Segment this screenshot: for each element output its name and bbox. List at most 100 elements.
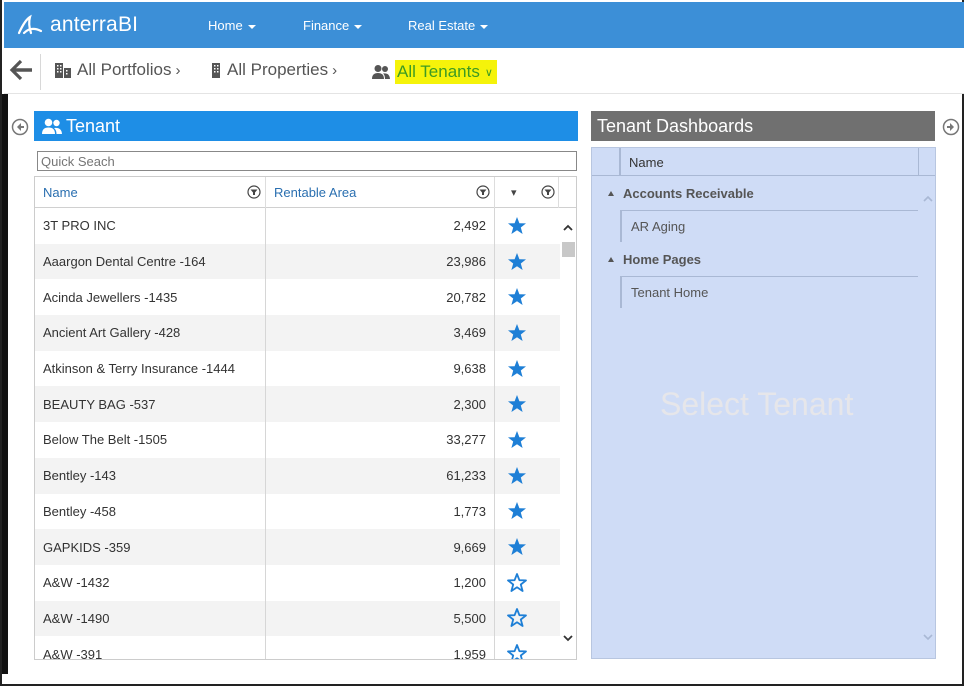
quick-search-input[interactable]	[37, 151, 577, 171]
table-row[interactable]: A&W -391 1,959	[35, 636, 560, 659]
tenant-name: A&W -1490	[35, 600, 266, 637]
table-row[interactable]: Atkinson & Terry Insurance -1444 9,638	[35, 350, 560, 387]
group-accounts-receivable[interactable]: Accounts Receivable	[592, 177, 918, 209]
users-icon	[42, 118, 62, 134]
table-row[interactable]: Below The Belt -1505 33,277	[35, 422, 560, 458]
nav-real-estate-label: Real Estate	[408, 18, 476, 33]
star-outline-icon	[507, 608, 527, 628]
favorite-toggle[interactable]	[495, 279, 559, 315]
column-header-name[interactable]: Name	[35, 177, 266, 208]
favorite-toggle[interactable]	[495, 386, 559, 422]
column-header-favorite[interactable]: ▾	[495, 177, 559, 208]
favorite-toggle[interactable]	[495, 458, 559, 494]
collapse-left-icon[interactable]	[11, 118, 29, 136]
star-filled-icon	[508, 395, 526, 413]
breadcrumb: All Portfolios › All Properties › All Tena…	[4, 48, 964, 94]
favorite-toggle[interactable]	[495, 636, 559, 659]
tenant-name: Ancient Art Gallery -428	[35, 315, 266, 351]
tenant-name: BEAUTY BAG -537	[35, 386, 266, 423]
filter-icon[interactable]	[476, 185, 490, 199]
favorite-toggle[interactable]	[495, 565, 559, 601]
scroll-down-icon[interactable]	[922, 632, 934, 642]
column-header-name[interactable]: Name	[629, 155, 664, 170]
rentable-area: 3,469	[266, 315, 495, 351]
window-edge	[2, 94, 8, 674]
rentable-area: 2,300	[266, 386, 495, 423]
breadcrumb-portfolios[interactable]: All Portfolios ›	[54, 60, 180, 80]
chevron-right-icon: ›	[332, 61, 338, 79]
tenant-name: Acinda Jewellers -1435	[35, 279, 266, 316]
breadcrumb-properties[interactable]: All Properties ›	[210, 60, 337, 80]
grid-scrollbar[interactable]	[560, 208, 576, 659]
favorite-toggle[interactable]	[495, 422, 559, 458]
tenant-grid: Name Rentable Area ▾ 3T PRO INC 2,492 Aaar…	[34, 176, 577, 660]
app-window: anterraBI Home Finance Real Estate All P…	[0, 0, 964, 686]
breadcrumb-properties-label: All Properties	[227, 60, 329, 79]
empty-state-hint: Select Tenant	[660, 386, 854, 422]
tenant-panel-header: Tenant	[34, 111, 578, 141]
brand-logo[interactable]: anterraBI	[16, 12, 138, 38]
chevron-down-icon	[354, 24, 363, 29]
nav-finance-label: Finance	[303, 18, 350, 33]
favorite-toggle[interactable]	[495, 244, 559, 280]
favorite-toggle[interactable]	[495, 315, 559, 351]
table-row[interactable]: GAPKIDS -359 9,669	[35, 529, 560, 565]
dashboards-list-header: Name	[592, 148, 935, 176]
favorite-toggle[interactable]	[495, 601, 559, 637]
collapse-triangle-icon[interactable]	[608, 190, 614, 196]
group-label: Home Pages	[623, 251, 702, 267]
dashboards-panel-header: Tenant Dashboards	[591, 111, 935, 141]
chevron-down-icon: ∨	[484, 66, 493, 79]
anterra-logo-icon	[17, 14, 43, 35]
star-filled-icon	[508, 323, 526, 341]
table-row[interactable]: 3T PRO INC 2,492	[35, 208, 560, 244]
column-header-area[interactable]: Rentable Area	[266, 177, 495, 208]
group-home-pages[interactable]: Home Pages	[592, 243, 918, 275]
favorite-toggle[interactable]	[495, 208, 559, 244]
building-icon	[212, 62, 220, 78]
header-spacer	[592, 148, 621, 176]
dashboard-tenant-home[interactable]: Tenant Home	[620, 276, 918, 308]
breadcrumb-portfolios-label: All Portfolios	[77, 60, 172, 79]
top-navbar: anterraBI Home Finance Real Estate	[4, 2, 964, 48]
arrow-left-icon[interactable]	[8, 58, 34, 82]
chevron-right-icon: ›	[175, 61, 181, 79]
tenant-name: 3T PRO INC	[35, 208, 266, 244]
dashboards-panel-title: Tenant Dashboards	[597, 115, 754, 136]
tenant-name: Atkinson & Terry Insurance -1444	[35, 350, 266, 387]
table-row[interactable]: Aaargon Dental Centre -164 23,986	[35, 243, 560, 280]
tenant-panel-title: Tenant	[66, 115, 121, 136]
star-filled-icon	[508, 502, 526, 520]
scroll-up-icon[interactable]	[562, 222, 574, 234]
rentable-area: 2,492	[266, 208, 495, 244]
grid-header: Name Rentable Area ▾	[35, 177, 576, 208]
nav-real-estate-menu[interactable]: Real Estate	[408, 18, 489, 33]
sort-indicator: ▾	[511, 187, 517, 199]
table-row[interactable]: A&W -1432 1,200	[35, 564, 560, 601]
table-row[interactable]: Acinda Jewellers -1435 20,782	[35, 279, 560, 316]
favorite-toggle[interactable]	[495, 529, 559, 565]
favorite-toggle[interactable]	[495, 494, 559, 530]
dashboard-label: Tenant Home	[631, 285, 709, 300]
table-row[interactable]: A&W -1490 5,500	[35, 600, 560, 637]
filter-icon[interactable]	[247, 185, 261, 199]
scroll-up-icon[interactable]	[922, 194, 934, 204]
dashboard-ar-aging[interactable]: AR Aging	[620, 210, 918, 242]
table-row[interactable]: BEAUTY BAG -537 2,300	[35, 386, 560, 423]
table-row[interactable]: Bentley -458 1,773	[35, 493, 560, 530]
filter-icon[interactable]	[541, 185, 555, 199]
buildings-icon	[55, 62, 71, 78]
nav-home-menu[interactable]: Home	[208, 18, 256, 33]
scrollbar-thumb[interactable]	[562, 242, 575, 257]
collapse-triangle-icon[interactable]	[608, 256, 614, 262]
table-row[interactable]: Ancient Art Gallery -428 3,469	[35, 315, 560, 351]
nav-finance-menu[interactable]: Finance	[303, 18, 363, 33]
favorite-toggle[interactable]	[495, 351, 559, 387]
chevron-down-icon	[247, 24, 256, 29]
breadcrumb-tenants[interactable]: All Tenants ∨	[372, 60, 497, 84]
table-row[interactable]: Bentley -143 61,233	[35, 457, 560, 494]
scroll-down-icon[interactable]	[562, 632, 574, 644]
users-icon	[372, 65, 390, 79]
rentable-area: 33,277	[266, 422, 495, 458]
expand-right-icon[interactable]	[942, 118, 960, 136]
